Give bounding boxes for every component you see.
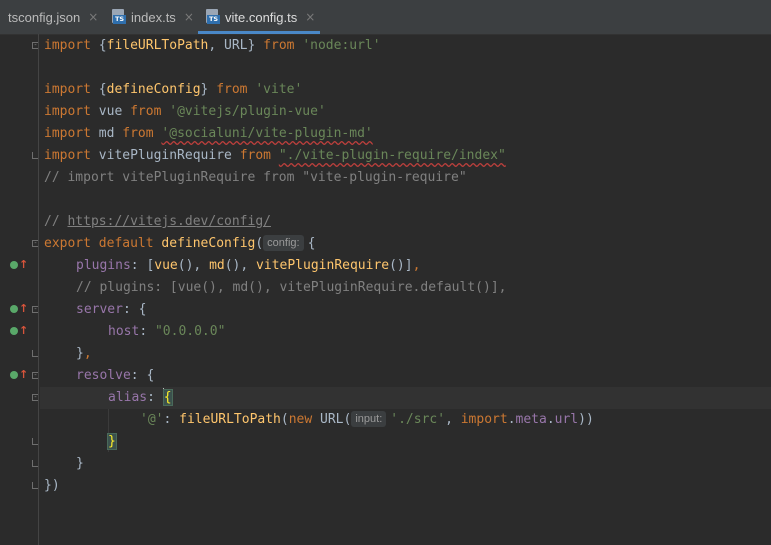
code-line-3: import {defineConfig} from 'vite' [44,82,303,97]
typescript-file-icon: TS [206,9,220,25]
implements-marker-icon[interactable]: ↑ [10,259,28,271]
code-editor[interactable]: import {fileURLToPath, URL} from 'node:u… [40,34,771,545]
code-line-19: } [44,431,771,453]
code-line-9: // https://vitejs.dev/config/ [44,214,271,229]
implements-marker-icon[interactable]: ↑ [10,369,28,381]
tab-label: vite.config.ts [225,9,298,25]
close-icon[interactable]: × [88,10,98,24]
code-line-17: alias: { [40,387,771,409]
code-line-13: server: { [76,302,147,317]
code-line-21: }) [44,478,60,493]
editor-tab-bar: { tsconfig.json × TS index.ts × TS vite.… [0,0,771,35]
typescript-file-icon: TS [112,9,126,25]
tab-vite-config-ts[interactable]: TS vite.config.ts × [198,0,320,34]
close-icon[interactable]: × [184,10,194,24]
tab-label: tsconfig.json [8,9,81,25]
docs-link[interactable]: https://vitejs.dev/config/ [67,214,271,229]
implements-marker-icon[interactable]: ↑ [10,325,28,337]
code-line-16: resolve: { [76,368,155,383]
code-line-12: // plugins: [vue(), md(), vitePluginRequ… [76,280,507,295]
gutter-divider [38,34,39,545]
parameter-hint: config: [263,235,304,251]
editor-gutter: ↑ ↑ ↑ ↑ [0,34,30,545]
json-file-icon: { [0,10,5,24]
matched-brace: { [162,389,173,406]
code-line-11: plugins: [vue(), md(), vitePluginRequire… [76,258,421,273]
code-line-1: import {fileURLToPath, URL} from 'node:u… [44,38,381,53]
code-line-5: import md from '@socialuni/vite-plugin-m… [44,126,373,141]
tab-label: index.ts [131,9,176,25]
code-line-10: export default defineConfig(config:{ [44,235,316,251]
matched-brace: } [107,433,117,450]
code-line-6: import vitePluginRequire from "./vite-pl… [44,148,506,163]
implements-marker-icon[interactable]: ↑ [10,303,28,315]
code-line-14: host: "0.0.0.0" [108,324,226,339]
tab-index-ts[interactable]: TS index.ts × [112,0,194,34]
code-line-20: } [76,456,84,471]
code-line-15: }, [76,346,92,361]
parameter-hint: input: [351,411,387,427]
code-line-7: // import vitePluginRequire from "vite-p… [44,170,467,185]
code-line-4: import vue from '@vitejs/plugin-vue' [44,104,326,119]
close-icon[interactable]: × [305,10,315,24]
tab-tsconfig-json[interactable]: { tsconfig.json × [0,0,98,34]
code-line-18: '@': fileURLToPath(new URL(input: './src'… [140,411,594,427]
